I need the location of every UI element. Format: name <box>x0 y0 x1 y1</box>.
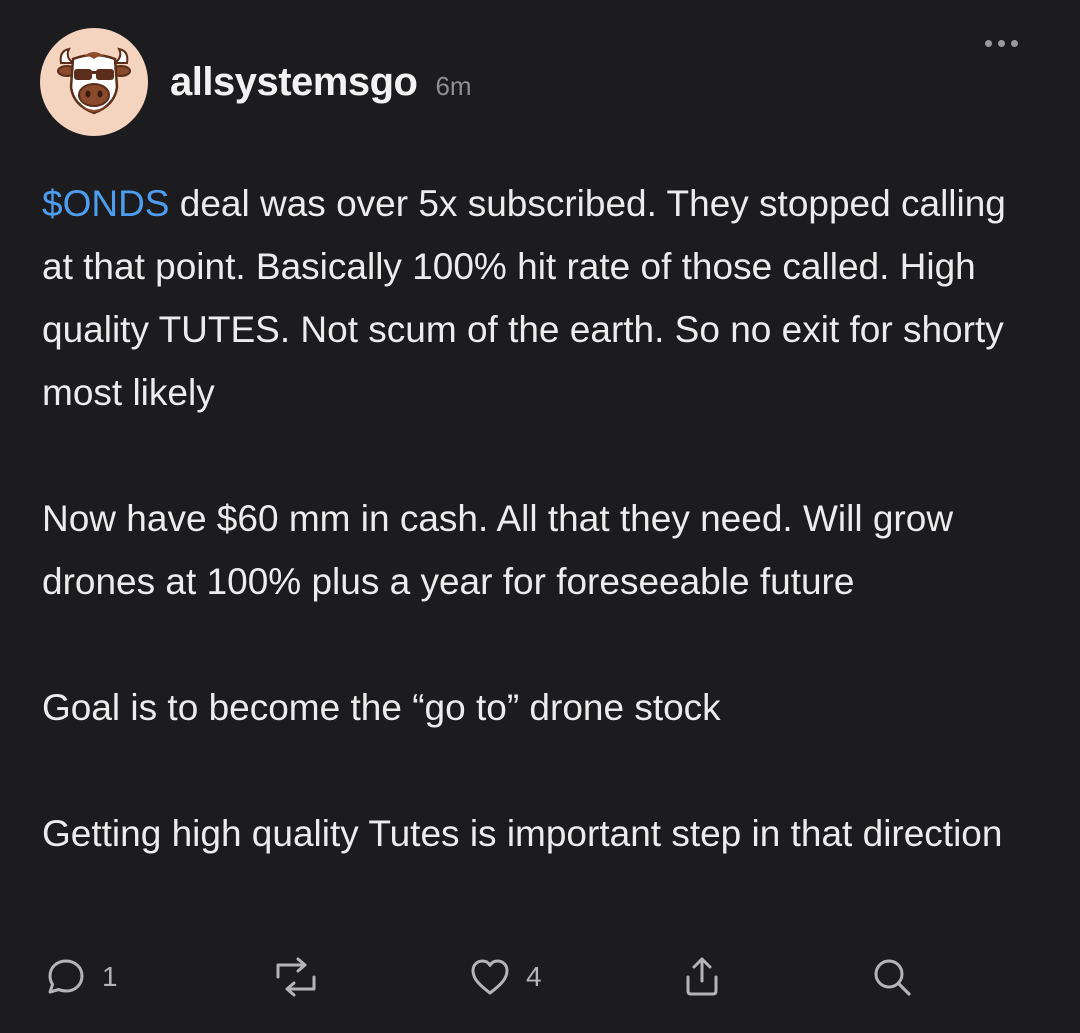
post-card: allsystemsgo 6m $ONDS deal was over 5x s… <box>0 0 1080 1033</box>
more-options-button[interactable] <box>985 40 1018 47</box>
paragraph-text: deal was over 5x subscribed. They stoppe… <box>42 183 1006 413</box>
paragraph-text: Now have $60 mm in cash. All that they n… <box>42 498 954 602</box>
like-count: 4 <box>526 961 542 992</box>
paragraph-text: Goal is to become the “go to” drone stoc… <box>42 687 721 728</box>
timestamp: 6m <box>435 70 472 101</box>
more-dot <box>998 40 1005 47</box>
post-body: $ONDS deal was over 5x subscribed. They … <box>42 172 1042 865</box>
share-button[interactable] <box>680 952 724 1002</box>
action-bar: 1 4 <box>44 952 1044 1002</box>
share-icon <box>686 957 718 996</box>
like-button[interactable]: 4 <box>468 952 542 1002</box>
ticker-link[interactable]: $ONDS <box>42 183 169 224</box>
repost-button[interactable] <box>268 952 324 1002</box>
reply-count: 1 <box>102 961 118 992</box>
avatar[interactable] <box>40 28 148 136</box>
post-paragraph: Now have $60 mm in cash. All that they n… <box>42 487 1042 613</box>
username[interactable]: allsystemsgo <box>170 60 418 105</box>
more-dot <box>1011 40 1018 47</box>
post-paragraph: $ONDS deal was over 5x subscribed. They … <box>42 172 1042 424</box>
post-header: allsystemsgo 6m <box>40 28 472 136</box>
repost-icon <box>276 957 316 997</box>
comment-icon <box>48 959 84 994</box>
post-paragraph: Goal is to become the “go to” drone stoc… <box>42 676 1042 739</box>
search-icon <box>874 959 911 996</box>
search-button[interactable] <box>870 952 914 1002</box>
more-dot <box>985 40 992 47</box>
post-paragraph: Getting high quality Tutes is important … <box>42 802 1042 865</box>
reply-button[interactable]: 1 <box>44 952 118 1002</box>
paragraph-text: Getting high quality Tutes is important … <box>42 813 1003 854</box>
heart-icon <box>471 959 509 995</box>
bull-with-sunglasses-icon <box>57 47 131 115</box>
